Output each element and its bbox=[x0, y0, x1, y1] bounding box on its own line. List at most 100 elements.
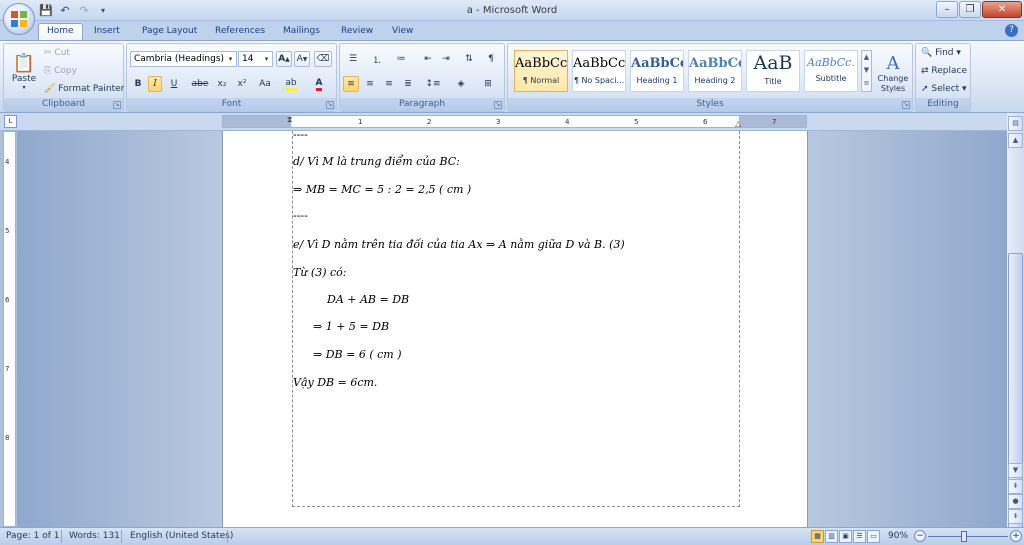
editing-group: 🔍 Find ▾ ⇄ Replace ➚ Select ▾ Editing bbox=[915, 43, 971, 112]
tab-page-layout[interactable]: Page Layout bbox=[142, 24, 197, 39]
style-title[interactable]: AaB Title bbox=[746, 50, 800, 92]
paste-icon: 📋 bbox=[12, 53, 36, 74]
style-heading-2[interactable]: AaBbCc Heading 2 bbox=[688, 50, 742, 92]
zoom-in-button[interactable]: + bbox=[1010, 530, 1022, 542]
subscript-button[interactable]: x₂ bbox=[213, 76, 231, 92]
align-right-button[interactable]: ≡ bbox=[381, 76, 397, 92]
eraser-icon: ⌫ bbox=[316, 54, 330, 64]
previous-page-button[interactable]: ⇞ bbox=[1008, 479, 1023, 494]
tab-mailings[interactable]: Mailings bbox=[283, 24, 320, 39]
web-layout-icon[interactable]: ▣ bbox=[839, 530, 852, 543]
change-styles-label: Change Styles bbox=[877, 73, 909, 93]
brush-icon: 🖌 bbox=[44, 84, 59, 94]
styles-scroll[interactable]: ▲ ▼ ≡ bbox=[861, 50, 872, 92]
borders-button[interactable]: ⊞ bbox=[476, 76, 500, 92]
font-size-select[interactable]: 14 ▾ bbox=[238, 51, 273, 67]
tab-references[interactable]: References bbox=[215, 24, 265, 39]
style-normal[interactable]: AaBbCcI ¶ Normal bbox=[514, 50, 568, 92]
ruler-toggle-icon[interactable]: ▤ bbox=[1008, 116, 1023, 131]
highlight-button[interactable]: ab bbox=[280, 76, 302, 92]
font-size-value: 14 bbox=[242, 54, 254, 64]
multilevel-list-button[interactable]: ≔ bbox=[391, 51, 411, 67]
zoom-out-button[interactable]: − bbox=[914, 530, 926, 542]
shading-button[interactable]: ◈ bbox=[450, 76, 472, 92]
close-button[interactable]: ✕ bbox=[982, 1, 1022, 18]
ruler-tick: 8 bbox=[5, 434, 10, 442]
vertical-scrollbar[interactable]: ▤ ▲ ▼ ⇞ ● ⇟ bbox=[1007, 113, 1024, 538]
find-button[interactable]: 🔍 Find ▾ bbox=[921, 48, 961, 58]
style-sample: AaBbCcI bbox=[573, 56, 625, 71]
tab-insert[interactable]: Insert bbox=[94, 24, 120, 39]
font-color-button[interactable]: A bbox=[307, 76, 331, 92]
show-marks-button[interactable]: ¶ bbox=[482, 51, 500, 67]
status-bar: Page: 1 of 1 Words: 131 English (United … bbox=[0, 527, 1024, 545]
tab-selector-button[interactable]: L bbox=[4, 115, 17, 128]
sort-button[interactable]: ⇅ bbox=[460, 51, 478, 67]
tab-review[interactable]: Review bbox=[341, 24, 373, 39]
shrink-font-button[interactable]: A ▼ bbox=[294, 51, 310, 67]
style-name: ¶ No Spaci... bbox=[573, 76, 625, 85]
align-left-button[interactable]: ≡ bbox=[343, 76, 359, 92]
bullets-button[interactable]: ☰ bbox=[343, 51, 363, 67]
next-page-button[interactable]: ⇟ bbox=[1008, 509, 1023, 524]
replace-button[interactable]: ⇄ Replace bbox=[921, 66, 967, 76]
format-painter-button[interactable]: 🖌 Format Painter bbox=[44, 84, 124, 94]
copy-button[interactable]: ⎘ Copy bbox=[44, 66, 77, 76]
underline-button[interactable]: U bbox=[165, 76, 183, 92]
justify-button[interactable]: ≣ bbox=[400, 76, 416, 92]
clipboard-group-label: Clipboard bbox=[4, 98, 123, 111]
zoom-slider-thumb[interactable] bbox=[961, 531, 967, 542]
line-spacing-button[interactable]: ↕≡ bbox=[422, 76, 444, 92]
style-no-spacing[interactable]: AaBbCcI ¶ No Spaci... bbox=[572, 50, 626, 92]
print-layout-view-icon[interactable]: ▦ bbox=[811, 530, 824, 543]
scroll-up-button[interactable]: ▲ bbox=[1008, 133, 1023, 148]
paste-button[interactable]: 📋 Paste ▾ bbox=[8, 47, 40, 97]
numbering-button[interactable]: ⒈ bbox=[367, 51, 387, 67]
scroll-down-button[interactable]: ▼ bbox=[1008, 463, 1023, 478]
horizontal-ruler[interactable]: 1 2 3 4 5 6 7 ⧗ △ bbox=[222, 115, 807, 128]
indent-icon: ⇥ bbox=[442, 54, 450, 64]
browse-object-button[interactable]: ● bbox=[1008, 494, 1023, 509]
change-case-button[interactable]: Aa bbox=[254, 76, 276, 92]
change-styles-icon: A bbox=[886, 52, 900, 74]
bold-button[interactable]: B bbox=[131, 76, 145, 92]
italic-button[interactable]: I bbox=[148, 76, 162, 92]
grow-font-button[interactable]: A ▲ bbox=[276, 51, 292, 67]
zoom-level[interactable]: 90% bbox=[888, 531, 908, 541]
outline-view-icon[interactable]: ☰ bbox=[853, 530, 866, 543]
minimize-button[interactable]: – bbox=[936, 1, 958, 18]
paste-label: Paste bbox=[11, 74, 37, 84]
dialog-launcher-icon[interactable]: ↘ bbox=[494, 101, 502, 109]
cut-button[interactable]: ✂ Cut bbox=[44, 48, 70, 58]
help-icon[interactable]: ? bbox=[1005, 24, 1018, 37]
page-count[interactable]: Page: 1 of 1 bbox=[6, 531, 60, 541]
full-screen-reading-icon[interactable]: ▥ bbox=[825, 530, 838, 543]
style-heading-1[interactable]: AaBbCc Heading 1 bbox=[630, 50, 684, 92]
language[interactable]: English (United States) bbox=[130, 531, 233, 541]
restore-button[interactable]: ❐ bbox=[959, 1, 981, 18]
dialog-launcher-icon[interactable]: ↘ bbox=[326, 101, 334, 109]
word-count[interactable]: Words: 131 bbox=[69, 531, 120, 541]
vertical-ruler[interactable]: 4 5 6 7 8 bbox=[3, 131, 16, 527]
select-button[interactable]: ➚ Select ▾ bbox=[921, 84, 967, 94]
clear-formatting-button[interactable]: ⌫ bbox=[314, 51, 332, 67]
office-button[interactable] bbox=[3, 3, 35, 35]
change-styles-button[interactable]: A Change Styles bbox=[874, 47, 912, 99]
tab-home[interactable]: Home bbox=[38, 23, 83, 41]
document-page[interactable]: ---- d/ Vì M là trung điểm của BC: ⇒ MB … bbox=[222, 128, 808, 527]
align-center-button[interactable]: ≡ bbox=[362, 76, 378, 92]
superscript-button[interactable]: x² bbox=[233, 76, 251, 92]
style-subtitle[interactable]: AaBbCc. Subtitle bbox=[804, 50, 858, 92]
borders-icon: ⊞ bbox=[484, 79, 492, 89]
increase-indent-button[interactable]: ⇥ bbox=[438, 51, 454, 67]
tab-view[interactable]: View bbox=[392, 24, 413, 39]
dialog-launcher-icon[interactable]: ↘ bbox=[902, 101, 910, 109]
indent-marker-icon[interactable]: ⧗ bbox=[287, 115, 293, 125]
draft-view-icon[interactable]: ▭ bbox=[867, 530, 880, 543]
right-indent-marker-icon[interactable]: △ bbox=[735, 119, 741, 128]
zoom-slider[interactable] bbox=[928, 536, 1008, 537]
dialog-launcher-icon[interactable]: ↘ bbox=[113, 101, 121, 109]
strikethrough-button[interactable]: abe bbox=[189, 76, 211, 92]
font-family-select[interactable]: Cambria (Headings) ▾ bbox=[130, 51, 237, 67]
decrease-indent-button[interactable]: ⇤ bbox=[420, 51, 436, 67]
